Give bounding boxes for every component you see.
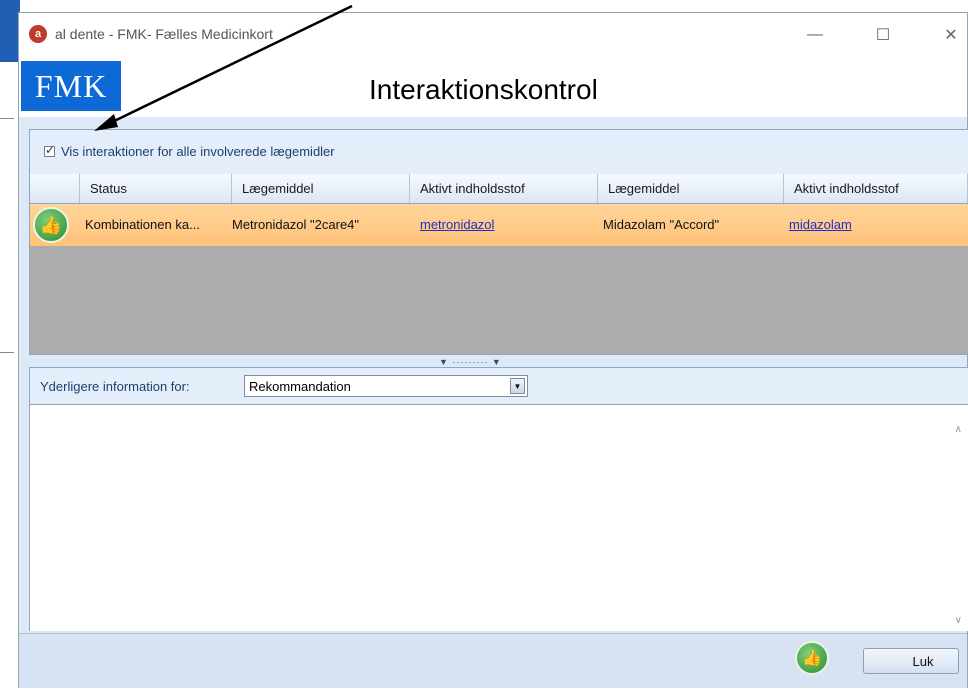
dialog-footer: 👍 Luk [19,633,967,688]
panel-splitter[interactable]: ▼ ········· ▼ [439,357,502,367]
column-header-status[interactable]: Status [80,174,232,203]
page-title: Interaktionskontrol [369,74,598,105]
column-header-drug1[interactable]: Lægemiddel [232,174,410,203]
minimize-button[interactable]: — [795,21,835,49]
column-header-icon [30,174,80,203]
thumbs-up-icon: 👍 [33,207,69,243]
background-divider [0,118,14,119]
column-header-substance1[interactable]: Aktivt indholdsstof [410,174,598,203]
background-divider [0,352,14,353]
interactions-grid: Status Lægemiddel Aktivt indholdsstof Læ… [30,174,968,354]
scroll-up-icon[interactable]: ∧ [955,424,962,435]
interaction-dialog: a al dente - FMK- Fælles Medicinkort — ☐… [18,12,968,688]
chevron-down-icon[interactable]: ▼ [510,378,525,394]
close-window-button[interactable]: ✕ [931,21,968,49]
details-panel: Yderligere information for: Rekommandati… [29,367,968,631]
row-drug2: Midazolam "Accord" [603,217,720,232]
window-title: al dente - FMK- Fælles Medicinkort [55,26,273,42]
table-row[interactable]: 👍 Kombinationen ka... Metronidazol "2car… [30,204,968,246]
background-app-strip [0,0,20,690]
details-label: Yderligere information for: [40,379,190,394]
row-substance1: metronidazol [415,204,598,246]
show-all-interactions-option[interactable]: Vis interaktioner for alle involverede l… [44,143,335,159]
details-select[interactable]: Rekommandation ▼ [244,375,528,397]
dialog-header: FMK Interaktionskontrol [19,57,967,117]
row-drug1: Metronidazol "2care4" [232,217,360,232]
substance2-link[interactable]: midazolam [789,217,852,232]
row-status: Kombinationen ka... [85,217,200,232]
interactions-panel: Vis interaktioner for alle involverede l… [29,129,968,355]
background-app-header [0,0,20,62]
details-select-value: Rekommandation [249,379,351,394]
close-button[interactable]: Luk [863,648,959,674]
row-substance2: midazolam [784,204,968,246]
column-header-substance2[interactable]: Aktivt indholdsstof [784,174,968,203]
thumbs-up-icon: 👍 [795,641,829,675]
fmk-logo: FMK [21,61,121,111]
app-icon: a [29,25,47,43]
substance1-link[interactable]: metronidazol [420,217,494,232]
maximize-button[interactable]: ☐ [863,21,903,49]
details-text-area[interactable] [30,404,968,631]
grid-header: Status Lægemiddel Aktivt indholdsstof Læ… [30,174,968,204]
show-all-interactions-label: Vis interaktioner for alle involverede l… [61,144,335,159]
title-bar: a al dente - FMK- Fælles Medicinkort — ☐… [19,13,967,57]
scroll-down-icon[interactable]: ∨ [955,615,962,626]
column-header-drug2[interactable]: Lægemiddel [598,174,784,203]
show-all-interactions-checkbox[interactable] [44,143,55,157]
